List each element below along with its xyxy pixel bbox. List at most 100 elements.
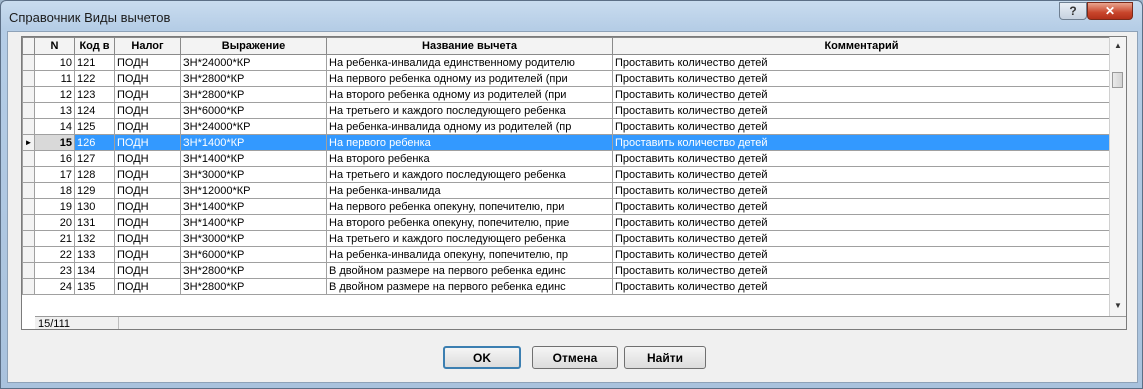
table-row[interactable]: 17 128 ПОДН ЗН*3000*КР На третьего и каждого… [22,166,1111,183]
cell-expression[interactable]: ЗН*1400*КР [180,134,327,151]
cell-expression[interactable]: ЗН*12000*КР [180,182,327,199]
cell-expression[interactable]: ЗН*1400*КР [180,198,327,215]
cell-comment[interactable]: Проставить количество детей [612,102,1111,119]
table-row[interactable]: 22 133 ПОДН ЗН*6000*КР На ребенка-инвалида о… [22,246,1111,263]
row-indicator[interactable] [22,246,35,263]
row-indicator[interactable] [22,166,35,183]
cell-n[interactable]: 23 [34,262,75,279]
cell-tax[interactable]: ПОДН [114,182,181,199]
cell-name[interactable]: На второго ребенка [326,150,613,167]
vertical-scrollbar[interactable]: ▲ ▼ [1109,37,1126,329]
cell-n[interactable]: 20 [34,214,75,231]
cell-tax[interactable]: ПОДН [114,118,181,135]
cell-n[interactable]: 24 [34,278,75,295]
table-row[interactable]: 16 127 ПОДН ЗН*1400*КР На второго ребенка Про… [22,150,1111,167]
cell-name[interactable]: На первого ребенка опекуну, попечителю, … [326,198,613,215]
cell-expression[interactable]: ЗН*2800*КР [180,86,327,103]
cell-n[interactable]: 10 [34,54,75,71]
cell-comment[interactable]: Проставить количество детей [612,54,1111,71]
cell-expression[interactable]: ЗН*2800*КР [180,262,327,279]
row-indicator[interactable] [22,70,35,87]
cell-name[interactable]: На ребенка-инвалида единственному родите… [326,54,613,71]
title-bar[interactable]: Справочник Виды вычетов ? ✕ [1,1,1142,31]
cell-n[interactable]: 11 [34,70,75,87]
cell-comment[interactable]: Проставить количество детей [612,262,1111,279]
cell-tax[interactable]: ПОДН [114,70,181,87]
cell-comment[interactable]: Проставить количество детей [612,150,1111,167]
row-indicator[interactable] [22,150,35,167]
cell-comment[interactable]: Проставить количество детей [612,214,1111,231]
current-row-arrow-icon[interactable]: ► [22,134,35,151]
row-indicator[interactable] [22,86,35,103]
table-row[interactable]: 24 135 ПОДН ЗН*2800*КР В двойном размере на … [22,278,1111,295]
table-row[interactable]: 21 132 ПОДН ЗН*3000*КР На третьего и каждого… [22,230,1111,247]
deductions-grid[interactable]: N Код в Налог Выражение Название вычета … [21,36,1127,330]
ok-button[interactable]: OK [443,346,521,369]
cell-comment[interactable]: Проставить количество детей [612,166,1111,183]
cell-comment[interactable]: Проставить количество детей [612,246,1111,263]
cell-name[interactable]: На третьего и каждого последующего ребен… [326,102,613,119]
cell-expression[interactable]: ЗН*3000*КР [180,166,327,183]
cell-tax[interactable]: ПОДН [114,134,181,151]
scroll-up-icon[interactable]: ▲ [1110,37,1126,53]
cell-tax[interactable]: ПОДН [114,230,181,247]
table-row[interactable]: 19 130 ПОДН ЗН*1400*КР На первого ребенка оп… [22,198,1111,215]
scroll-down-icon[interactable]: ▼ [1110,297,1126,313]
cell-code[interactable]: 121 [74,54,115,71]
cell-n[interactable]: 22 [34,246,75,263]
cell-tax[interactable]: ПОДН [114,166,181,183]
cell-tax[interactable]: ПОДН [114,214,181,231]
cell-code[interactable]: 135 [74,278,115,295]
cell-tax[interactable]: ПОДН [114,278,181,295]
cell-name[interactable]: На второго ребенка опекуну, попечителю, … [326,214,613,231]
cell-expression[interactable]: ЗН*6000*КР [180,246,327,263]
cell-expression[interactable]: ЗН*1400*КР [180,150,327,167]
row-indicator[interactable] [22,262,35,279]
row-indicator[interactable] [22,54,35,71]
cell-n[interactable]: 14 [34,118,75,135]
cell-expression[interactable]: ЗН*24000*КР [180,118,327,135]
cell-code[interactable]: 128 [74,166,115,183]
cell-name[interactable]: На второго ребенка одному из родителей (… [326,86,613,103]
close-button[interactable]: ✕ [1087,2,1133,20]
row-indicator[interactable] [22,118,35,135]
row-indicator[interactable] [22,214,35,231]
cell-code[interactable]: 131 [74,214,115,231]
cell-code[interactable]: 124 [74,102,115,119]
table-row[interactable]: 14 125 ПОДН ЗН*24000*КР На ребенка-инвалида … [22,118,1111,135]
cell-tax[interactable]: ПОДН [114,102,181,119]
cell-name[interactable]: В двойном размере на первого ребенка еди… [326,262,613,279]
cell-code[interactable]: 134 [74,262,115,279]
cell-expression[interactable]: ЗН*2800*КР [180,70,327,87]
table-row[interactable]: 13 124 ПОДН ЗН*6000*КР На третьего и каждого… [22,102,1111,119]
row-indicator[interactable] [22,230,35,247]
cell-tax[interactable]: ПОДН [114,246,181,263]
table-row[interactable]: 18 129 ПОДН ЗН*12000*КР На ребенка-инвалида П… [22,182,1111,199]
cell-comment[interactable]: Проставить количество детей [612,134,1111,151]
cell-name[interactable]: На ребенка-инвалида [326,182,613,199]
cell-tax[interactable]: ПОДН [114,262,181,279]
cell-code[interactable]: 132 [74,230,115,247]
cell-comment[interactable]: Проставить количество детей [612,230,1111,247]
cell-name[interactable]: На ребенка-инвалида опекуну, попечителю,… [326,246,613,263]
scroll-thumb[interactable] [1112,72,1123,88]
table-row[interactable]: 10 121 ПОДН ЗН*24000*КР На ребенка-инвалида … [22,54,1111,71]
table-row[interactable]: ► 15 126 ПОДН ЗН*1400*КР На первого ребенка Пр… [22,134,1111,151]
cell-comment[interactable]: Проставить количество детей [612,198,1111,215]
cell-code[interactable]: 129 [74,182,115,199]
table-row[interactable]: 20 131 ПОДН ЗН*1400*КР На второго ребенка оп… [22,214,1111,231]
cell-code[interactable]: 127 [74,150,115,167]
cell-name[interactable]: На третьего и каждого последующего ребен… [326,166,613,183]
cell-expression[interactable]: ЗН*6000*КР [180,102,327,119]
column-header-n[interactable]: N [34,37,75,55]
cell-comment[interactable]: Проставить количество детей [612,182,1111,199]
find-button[interactable]: Найти [624,346,706,369]
cancel-button[interactable]: Отмена [532,346,618,369]
cell-tax[interactable]: ПОДН [114,150,181,167]
cell-tax[interactable]: ПОДН [114,198,181,215]
cell-expression[interactable]: ЗН*24000*КР [180,54,327,71]
cell-comment[interactable]: Проставить количество детей [612,70,1111,87]
cell-n[interactable]: 15 [34,134,75,151]
cell-code[interactable]: 123 [74,86,115,103]
cell-tax[interactable]: ПОДН [114,54,181,71]
